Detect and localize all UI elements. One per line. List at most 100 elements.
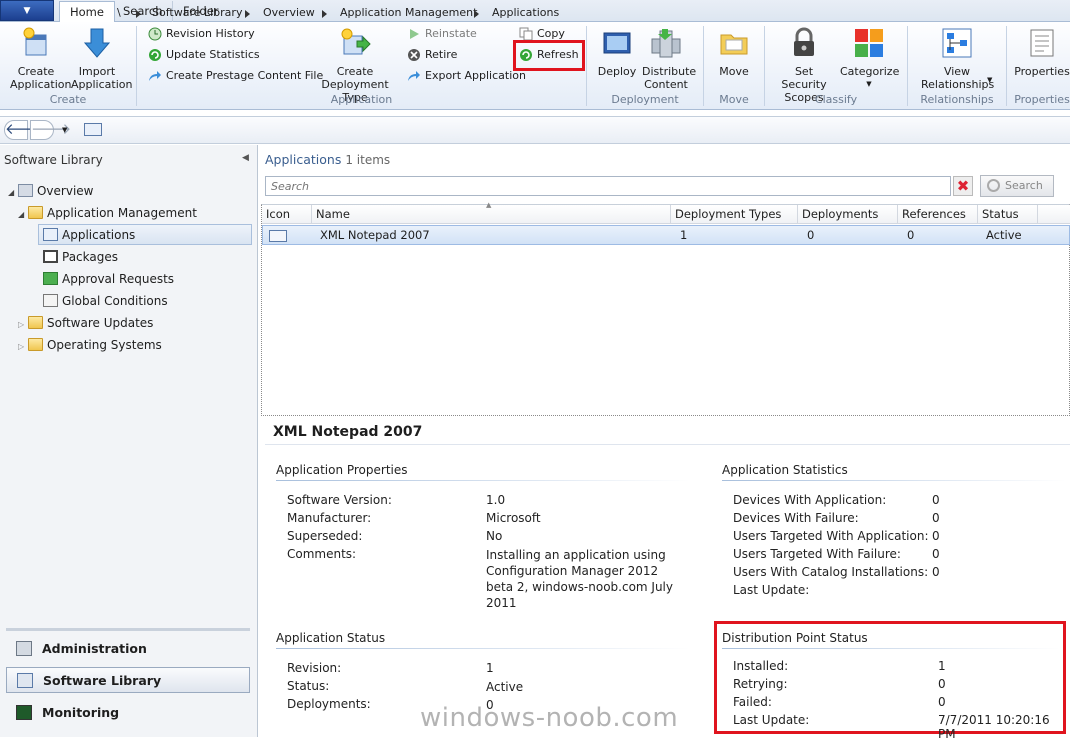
section-title-application-statistics: Application Statistics	[722, 463, 848, 477]
import-arrow-icon	[83, 28, 111, 58]
relationships-icon	[942, 28, 972, 58]
label-retrying: Retrying:	[733, 677, 788, 691]
group-label-relationships: Relationships	[920, 93, 994, 106]
divider	[276, 480, 690, 481]
tree-item-overview[interactable]: ◢ Overview	[8, 181, 93, 201]
application-icon	[269, 230, 287, 242]
revision-history-icon	[148, 27, 162, 41]
breadcrumb-application-management[interactable]: Application Management	[340, 6, 477, 19]
label-last-update: Last Update:	[733, 583, 810, 597]
export-application-button[interactable]: Export Application	[407, 67, 526, 85]
column-header-name[interactable]: Name	[312, 205, 671, 224]
clear-search-icon[interactable]: ✖	[953, 176, 973, 196]
search-input[interactable]	[265, 176, 951, 196]
cell-status: Active	[986, 228, 1022, 242]
tree-item-global-conditions[interactable]: Global Conditions	[43, 291, 168, 311]
breadcrumb-software-library[interactable]: Software Library	[152, 6, 242, 19]
create-prestage-content-button[interactable]: Create Prestage Content File	[148, 67, 323, 85]
package-icon	[43, 250, 58, 263]
value-failed: 0	[938, 695, 946, 709]
tree-item-approval-requests[interactable]: Approval Requests	[43, 269, 174, 289]
administration-icon	[16, 641, 32, 656]
divider	[722, 648, 1060, 649]
create-deployment-type-icon	[341, 28, 371, 55]
chevron-right-icon[interactable]	[245, 10, 250, 18]
pane-splitter[interactable]	[6, 628, 250, 631]
refresh-button[interactable]: Refresh	[519, 46, 579, 64]
column-header-icon[interactable]: Icon	[262, 205, 312, 224]
value-users-targeted-with-application: 0	[932, 529, 940, 543]
value-software-version: 1.0	[486, 493, 506, 507]
label-users-with-catalog-installations: Users With Catalog Installations:	[733, 565, 929, 579]
search-button[interactable]: Search	[980, 175, 1054, 197]
breadcrumb-overview[interactable]: Overview	[263, 6, 315, 19]
watermark: windows-noob.com	[420, 703, 679, 733]
distribute-content-button[interactable]: Distribute Content	[640, 27, 696, 91]
column-header-deployment-types[interactable]: Deployment Types	[671, 205, 798, 224]
column-header-references[interactable]: References	[898, 205, 978, 224]
properties-button[interactable]: Properties	[1014, 27, 1070, 78]
forward-arrow-icon[interactable]: 🡒	[30, 120, 71, 140]
value-manufacturer: Microsoft	[486, 511, 541, 525]
value-revision: 1	[486, 661, 494, 675]
import-application-button[interactable]: Import Application	[68, 27, 132, 91]
column-header-status[interactable]: Status	[978, 205, 1038, 224]
collapse-pane-icon[interactable]: ◀	[242, 153, 249, 163]
group-label-create: Create	[49, 93, 87, 106]
create-application-icon	[23, 27, 47, 56]
chevron-right-icon[interactable]	[136, 10, 141, 18]
divider	[276, 648, 690, 649]
chevron-right-icon[interactable]	[474, 10, 479, 18]
value-users-with-catalog-installations: 0	[932, 565, 940, 579]
breadcrumb-applications[interactable]: Applications	[492, 6, 559, 19]
label-users-targeted-with-application: Users Targeted With Application:	[733, 529, 929, 543]
group-label-classify: Classify	[814, 93, 858, 106]
tab-home[interactable]: Home	[59, 1, 115, 23]
column-header-deployments[interactable]: Deployments	[798, 205, 898, 224]
folder-icon	[27, 206, 43, 219]
deploy-button[interactable]: Deploy	[596, 27, 638, 78]
tree-item-operating-systems[interactable]: ▷ Operating Systems	[18, 335, 162, 355]
move-button[interactable]: Move	[712, 27, 756, 78]
back-arrow-icon[interactable]: 🡐	[4, 120, 45, 140]
history-dropdown-icon[interactable]: ▼	[62, 126, 67, 134]
group-label-properties: Properties	[1014, 93, 1070, 106]
label-users-targeted-with-failure: Users Targeted With Failure:	[733, 547, 901, 561]
breadcrumb-root[interactable]: \	[117, 6, 121, 19]
details-title: XML Notepad 2007	[273, 424, 423, 440]
value-devices-with-application: 0	[932, 493, 940, 507]
revision-history-button[interactable]: Revision History	[148, 25, 255, 43]
properties-icon	[1030, 29, 1054, 57]
value-devices-with-failure: 0	[932, 511, 940, 525]
label-dp-last-update: Last Update:	[733, 713, 810, 727]
workspace-monitoring[interactable]: Monitoring	[6, 700, 250, 726]
copy-icon	[519, 27, 533, 41]
app-menu-button[interactable]: ▼	[0, 0, 54, 21]
chevron-right-icon[interactable]	[322, 10, 327, 18]
update-statistics-button[interactable]: Update Statistics	[148, 46, 260, 64]
tree-item-packages[interactable]: Packages	[43, 247, 118, 267]
tree-item-applications[interactable]: Applications	[43, 225, 135, 245]
applications-icon	[43, 228, 58, 241]
workspace-administration[interactable]: Administration	[6, 636, 250, 662]
deploy-icon	[603, 32, 631, 54]
label-status: Status:	[287, 679, 330, 693]
tree-item-application-management[interactable]: ◢ Application Management	[18, 203, 197, 223]
approval-check-icon	[43, 272, 58, 285]
chevron-down-icon: ▼	[987, 76, 993, 84]
divider	[722, 480, 1066, 481]
categorize-icon	[855, 29, 883, 57]
tree-item-software-updates[interactable]: ▷ Software Updates	[18, 313, 153, 333]
reinstate-button[interactable]: Reinstate	[407, 25, 477, 43]
label-deployments: Deployments:	[287, 697, 371, 711]
workspace-software-library[interactable]: Software Library	[6, 667, 250, 693]
cell-deployments: 0	[807, 228, 815, 242]
software-library-icon	[17, 673, 33, 688]
list-title: Applications 1 items	[265, 152, 391, 167]
retire-button[interactable]: Retire	[407, 46, 457, 64]
create-application-button[interactable]: Create Application	[6, 27, 71, 91]
categorize-button[interactable]: Categorize ▼	[840, 27, 899, 91]
label-software-version: Software Version:	[287, 493, 392, 507]
section-title-distribution-point-status: Distribution Point Status	[722, 631, 868, 645]
label-failed: Failed:	[733, 695, 772, 709]
